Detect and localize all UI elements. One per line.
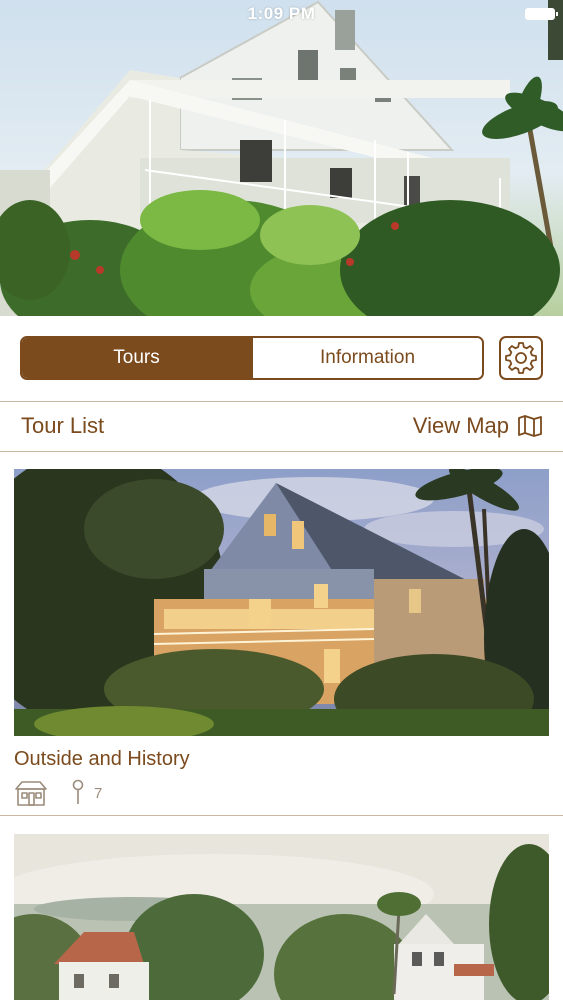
tour-photo-house-evening bbox=[14, 469, 549, 736]
tab-information[interactable]: Information bbox=[251, 338, 482, 378]
pin-icon bbox=[72, 779, 84, 804]
stop-count: 7 bbox=[94, 784, 103, 802]
divider bbox=[0, 815, 563, 816]
painting-of-house bbox=[14, 834, 549, 1000]
hero-image: 1:09 PM bbox=[0, 0, 563, 316]
house-icon bbox=[15, 781, 47, 806]
status-bar: 1:09 PM bbox=[0, 0, 563, 28]
tour-image[interactable] bbox=[14, 469, 549, 736]
tab-tours[interactable]: Tours bbox=[22, 338, 251, 378]
status-time: 1:09 PM bbox=[247, 4, 316, 23]
tour-image[interactable] bbox=[14, 834, 549, 1000]
battery-icon bbox=[525, 8, 558, 20]
tour-title[interactable]: Outside and History bbox=[14, 748, 190, 771]
tour-list-title: Tour List bbox=[21, 413, 105, 438]
view-map-button[interactable]: View Map bbox=[413, 413, 543, 439]
divider bbox=[0, 451, 563, 452]
divider bbox=[0, 401, 563, 402]
settings-button[interactable] bbox=[499, 336, 543, 380]
map-icon bbox=[517, 414, 543, 438]
hero-house-photo bbox=[0, 0, 563, 316]
view-map-label: View Map bbox=[412, 413, 509, 438]
gear-icon bbox=[505, 342, 537, 374]
tour-meta: 7 bbox=[14, 779, 102, 807]
tab-selector: Tours Information bbox=[20, 336, 484, 380]
